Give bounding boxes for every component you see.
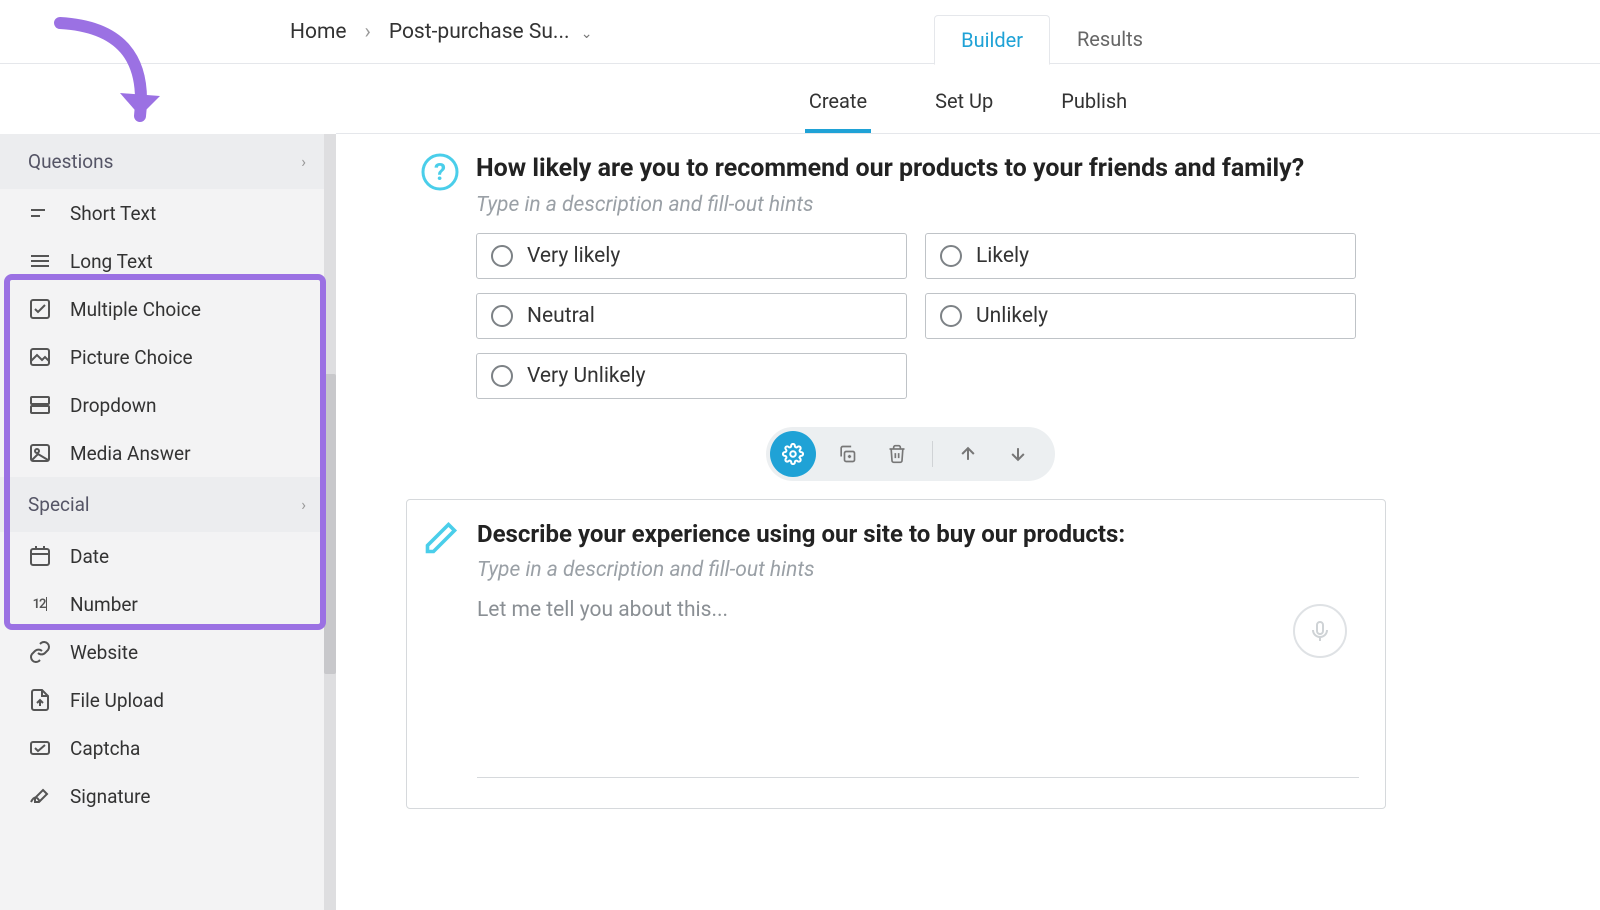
radio-icon — [940, 305, 962, 327]
subtab-create[interactable]: Create — [805, 67, 871, 131]
sidebar-group-label: Special — [28, 493, 90, 516]
move-up-button[interactable] — [949, 435, 987, 473]
sidebar-item-label: Picture Choice — [70, 346, 193, 369]
long-text-input[interactable]: Let me tell you about this... — [477, 598, 1359, 778]
sidebar-item-multiple-choice[interactable]: Multiple Choice — [0, 285, 328, 333]
scrollbar-thumb[interactable] — [324, 374, 336, 674]
sidebar-item-label: Captcha — [70, 737, 140, 760]
sidebar-item-label: File Upload — [70, 689, 164, 712]
question-mark-icon: ? — [420, 152, 460, 192]
captcha-icon — [28, 736, 52, 760]
number-icon: 12 — [28, 592, 52, 616]
workspace: Questions › Short Text Long Text Mul — [0, 134, 1600, 910]
media-icon — [28, 441, 52, 465]
microphone-button[interactable] — [1293, 604, 1347, 658]
options-grid: Very likely Likely Neutral Unlikely Very… — [476, 233, 1356, 399]
long-text-icon — [28, 249, 52, 273]
breadcrumb-current-label: Post-purchase Su... — [389, 20, 570, 44]
top-tabs: Builder Results — [934, 14, 1170, 64]
breadcrumb-current[interactable]: Post-purchase Su... ⌄ — [389, 20, 593, 44]
sidebar-item-file-upload[interactable]: File Upload — [0, 676, 328, 724]
option-label: Very likely — [527, 244, 620, 268]
question-description-placeholder[interactable]: Type in a description and fill-out hints — [476, 193, 1580, 217]
option-neutral[interactable]: Neutral — [476, 293, 907, 339]
question-long-text[interactable]: Describe your experience using our site … — [406, 499, 1386, 809]
option-very-unlikely[interactable]: Very Unlikely — [476, 353, 907, 399]
breadcrumb-home[interactable]: Home — [290, 20, 347, 44]
option-likely[interactable]: Likely — [925, 233, 1356, 279]
tab-results[interactable]: Results — [1050, 14, 1170, 64]
sidebar: Questions › Short Text Long Text Mul — [0, 134, 336, 910]
svg-text:?: ? — [434, 158, 446, 186]
question-multiple-choice: ? How likely are you to recommend our pr… — [476, 154, 1580, 399]
sidebar-item-label: Short Text — [70, 202, 156, 225]
sub-tabs: Create Set Up Publish — [336, 64, 1600, 134]
calendar-icon — [28, 544, 52, 568]
sidebar-group-questions[interactable]: Questions › — [0, 134, 328, 189]
sidebar-group-label: Questions — [28, 150, 113, 173]
move-down-button[interactable] — [999, 435, 1037, 473]
dropdown-icon — [28, 393, 52, 417]
sidebar-item-dropdown[interactable]: Dropdown — [0, 381, 328, 429]
question-title[interactable]: How likely are you to recommend our prod… — [476, 154, 1580, 183]
sidebar-item-date[interactable]: Date — [0, 532, 328, 580]
question-description-placeholder[interactable]: Type in a description and fill-out hints — [477, 558, 1359, 582]
sidebar-item-short-text[interactable]: Short Text — [0, 189, 328, 237]
sidebar-item-label: Number — [70, 593, 138, 616]
subtab-publish[interactable]: Publish — [1057, 67, 1131, 131]
option-unlikely[interactable]: Unlikely — [925, 293, 1356, 339]
sidebar-item-signature[interactable]: Signature — [0, 772, 328, 820]
option-label: Very Unlikely — [527, 364, 646, 388]
sidebar-item-captcha[interactable]: Captcha — [0, 724, 328, 772]
link-icon — [28, 640, 52, 664]
sidebar-item-picture-choice[interactable]: Picture Choice — [0, 333, 328, 381]
option-very-likely[interactable]: Very likely — [476, 233, 907, 279]
sidebar-item-label: Dropdown — [70, 394, 157, 417]
chevron-right-icon: › — [301, 152, 306, 171]
sidebar-item-label: Date — [70, 545, 109, 568]
sidebar-item-long-text[interactable]: Long Text — [0, 237, 328, 285]
radio-icon — [491, 305, 513, 327]
sidebar-item-label: Media Answer — [70, 442, 191, 465]
chevron-right-icon: › — [301, 495, 306, 514]
radio-icon — [940, 245, 962, 267]
sidebar-item-website[interactable]: Website — [0, 628, 328, 676]
option-label: Neutral — [527, 304, 595, 328]
top-bar: Home › Post-purchase Su... ⌄ Builder Res… — [0, 0, 1600, 64]
option-label: Unlikely — [976, 304, 1048, 328]
image-icon — [28, 345, 52, 369]
subtab-setup[interactable]: Set Up — [931, 67, 997, 131]
short-text-icon — [28, 201, 52, 225]
breadcrumb: Home › Post-purchase Su... ⌄ — [290, 20, 593, 44]
question-title[interactable]: Describe your experience using our site … — [477, 520, 1359, 548]
tab-builder[interactable]: Builder — [934, 15, 1050, 65]
question-toolbar — [766, 427, 1055, 481]
radio-icon — [491, 365, 513, 387]
toolbar-separator — [932, 441, 933, 467]
signature-icon — [28, 784, 52, 808]
canvas: ? How likely are you to recommend our pr… — [336, 134, 1600, 910]
long-text-placeholder: Let me tell you about this... — [477, 598, 728, 622]
chevron-down-icon: ⌄ — [581, 26, 593, 42]
radio-icon — [491, 245, 513, 267]
sidebar-item-media-answer[interactable]: Media Answer — [0, 429, 328, 477]
sidebar-group-special[interactable]: Special › — [0, 477, 328, 532]
option-label: Likely — [976, 244, 1029, 268]
chevron-right-icon: › — [365, 20, 371, 44]
sidebar-item-label: Long Text — [70, 250, 153, 273]
upload-icon — [28, 688, 52, 712]
sidebar-item-number[interactable]: 12 Number — [0, 580, 328, 628]
sidebar-item-label: Multiple Choice — [70, 298, 201, 321]
duplicate-button[interactable] — [828, 435, 866, 473]
sidebar-item-label: Signature — [70, 785, 150, 808]
scrollbar-track[interactable] — [324, 134, 336, 910]
delete-button[interactable] — [878, 435, 916, 473]
settings-button[interactable] — [770, 431, 816, 477]
sidebar-item-label: Website — [70, 641, 138, 664]
checkbox-icon — [28, 297, 52, 321]
pencil-icon — [421, 518, 461, 558]
